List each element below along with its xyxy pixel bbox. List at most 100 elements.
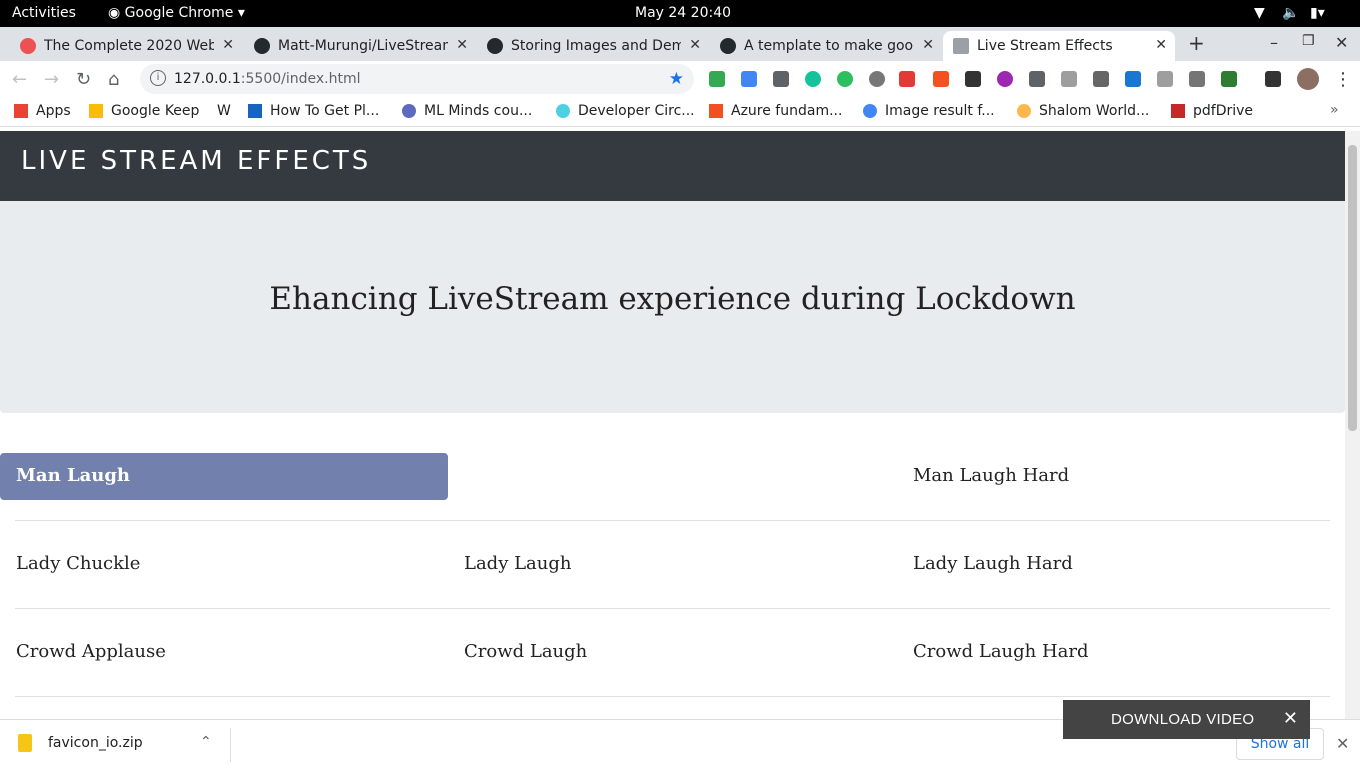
close-icon[interactable]: ✕ [1283, 708, 1298, 729]
calendar-extension-icon[interactable] [741, 71, 757, 87]
bookmarks-bar: Apps Google Keep W How To Get Pl... ML M… [0, 97, 1360, 127]
github-icon [254, 38, 270, 54]
minimize-button[interactable]: – [1270, 33, 1278, 52]
download-video-toast[interactable]: DOWNLOAD VIDEO ✕ [1063, 700, 1310, 739]
browser-toolbar: ← → ↻ ⌂ i 127.0.0.1:5500/index.html ★ ⋮ [0, 61, 1360, 97]
effect-man-laugh[interactable]: Man Laugh [0, 453, 448, 500]
close-tab-icon[interactable]: ✕ [689, 37, 701, 53]
extension-icon[interactable] [1093, 71, 1109, 87]
page-icon [953, 38, 969, 54]
bookmark-ml-minds[interactable]: ML Minds cou... [402, 103, 532, 119]
chevron-up-icon[interactable]: ⌃ [200, 734, 212, 750]
app-menu[interactable]: ◉ Google Chrome ▾ [108, 5, 245, 21]
bookmark-wikipedia[interactable]: W [217, 103, 231, 119]
evernote-extension-icon[interactable] [837, 71, 853, 87]
extension-icon[interactable] [1125, 71, 1141, 87]
close-tab-icon[interactable]: ✕ [922, 37, 934, 53]
bookmark-azure[interactable]: Azure fundam... [709, 103, 842, 119]
github-icon [487, 38, 503, 54]
grammarly-extension-icon[interactable] [805, 71, 821, 87]
extension-icon[interactable] [997, 71, 1013, 87]
clock[interactable]: May 24 20:40 [635, 5, 731, 21]
close-tab-icon[interactable]: ✕ [222, 37, 234, 53]
address-bar[interactable]: i 127.0.0.1:5500/index.html ★ [140, 64, 694, 94]
divider [230, 728, 231, 762]
vue-extension-icon[interactable] [1061, 71, 1077, 87]
jumbotron: Ehancing LiveStream experience during Lo… [0, 201, 1345, 413]
home-button[interactable]: ⌂ [108, 69, 119, 90]
effect-lady-chuckle[interactable]: Lady Chuckle [16, 553, 140, 574]
effect-lady-laugh-hard[interactable]: Lady Laugh Hard [913, 553, 1073, 574]
bookmark-image-result[interactable]: Image result f... [863, 103, 995, 119]
volume-icon[interactable]: 🔈 [1282, 5, 1299, 21]
close-downloads-icon[interactable]: ✕ [1336, 734, 1349, 753]
activities-button[interactable]: Activities [12, 5, 76, 21]
close-window-button[interactable]: ✕ [1335, 33, 1348, 52]
effect-crowd-laugh-hard[interactable]: Crowd Laugh Hard [913, 641, 1089, 662]
bookmark-google-keep[interactable]: Google Keep [89, 103, 199, 119]
tab-strip: The Complete 2020 Web D ✕ Matt-Murungi/L… [0, 27, 1360, 61]
wifi-icon[interactable]: ▼ [1254, 5, 1265, 21]
tab-live-stream-effects[interactable]: Live Stream Effects ✕ [943, 31, 1175, 61]
effect-crowd-laugh[interactable]: Crowd Laugh [464, 641, 587, 662]
download-item[interactable]: favicon_io.zip ⌃ [18, 734, 212, 752]
microsoft-icon [709, 104, 723, 118]
bookmark-shalom-world[interactable]: Shalom World... [1017, 103, 1149, 119]
restore-button[interactable]: ❐ [1302, 33, 1315, 49]
effect-crowd-applause[interactable]: Crowd Applause [16, 641, 166, 662]
reload-button[interactable]: ↻ [76, 69, 91, 90]
forward-button[interactable]: → [44, 69, 59, 90]
media-control-icon[interactable] [1265, 71, 1281, 87]
page-icon [402, 104, 416, 118]
close-tab-icon[interactable]: ✕ [1155, 37, 1167, 53]
drive-extension-icon[interactable] [709, 71, 725, 87]
effect-man-laugh-hard[interactable]: Man Laugh Hard [913, 465, 1069, 486]
site-navbar: LIVE STREAM EFFECTS [0, 131, 1345, 201]
zip-file-icon [18, 734, 32, 752]
extension-icon[interactable] [933, 71, 949, 87]
extension-icon[interactable] [773, 71, 789, 87]
eyedropper-extension-icon[interactable] [965, 71, 981, 87]
bug-extension-icon[interactable] [1189, 71, 1205, 87]
vue-extension-icon[interactable] [1157, 71, 1173, 87]
extension-icon[interactable] [1221, 71, 1237, 87]
system-top-bar: Activities ◉ Google Chrome ▾ May 24 20:4… [0, 0, 1360, 27]
site-info-icon[interactable]: i [150, 70, 166, 86]
bookmark-developer-circ[interactable]: Developer Circ... [556, 103, 695, 119]
profile-avatar[interactable] [1297, 68, 1319, 90]
udemy-icon [20, 38, 36, 54]
page-scrollbar[interactable] [1345, 131, 1360, 719]
page-icon [248, 104, 262, 118]
page-icon [556, 104, 570, 118]
tab-github-livestream[interactable]: Matt-Murungi/LiveStream ✕ [244, 31, 476, 61]
new-tab-button[interactable]: + [1188, 31, 1205, 55]
apps-grid-icon [14, 104, 28, 118]
bookmark-how-to[interactable]: How To Get Pl... [248, 103, 379, 119]
bookmark-star-icon[interactable]: ★ [669, 69, 684, 89]
page-icon [1171, 104, 1185, 118]
battery-icon[interactable]: ▮▾ [1310, 5, 1325, 21]
new-badge-extension-icon[interactable] [899, 71, 915, 87]
tab-github-storing[interactable]: Storing Images and Dem ✕ [477, 31, 709, 61]
site-brand[interactable]: LIVE STREAM EFFECTS [21, 146, 371, 176]
close-tab-icon[interactable]: ✕ [456, 37, 468, 53]
page-icon [1017, 104, 1031, 118]
back-button[interactable]: ← [12, 69, 27, 90]
tab-udemy[interactable]: The Complete 2020 Web D ✕ [10, 31, 242, 61]
bookmark-pdfdrive[interactable]: pdfDrive [1171, 103, 1253, 119]
toast-label[interactable]: DOWNLOAD VIDEO [1111, 711, 1254, 728]
extension-icon[interactable] [869, 71, 885, 87]
scrollbar-thumb[interactable] [1348, 145, 1357, 431]
bookmark-apps[interactable]: Apps [14, 103, 71, 119]
row-divider [15, 608, 1330, 609]
keep-icon [89, 104, 103, 118]
more-bookmarks-icon[interactable]: » [1330, 102, 1339, 118]
pocket-extension-icon[interactable] [1029, 71, 1045, 87]
row-divider [15, 696, 1330, 697]
tab-github-template[interactable]: A template to make good ✕ [710, 31, 942, 61]
page-headline: Ehancing LiveStream experience during Lo… [269, 281, 1076, 317]
effect-lady-laugh[interactable]: Lady Laugh [464, 553, 572, 574]
url-text[interactable]: 127.0.0.1:5500/index.html [174, 71, 361, 87]
menu-kebab-icon[interactable]: ⋮ [1334, 69, 1352, 90]
google-icon [863, 104, 877, 118]
